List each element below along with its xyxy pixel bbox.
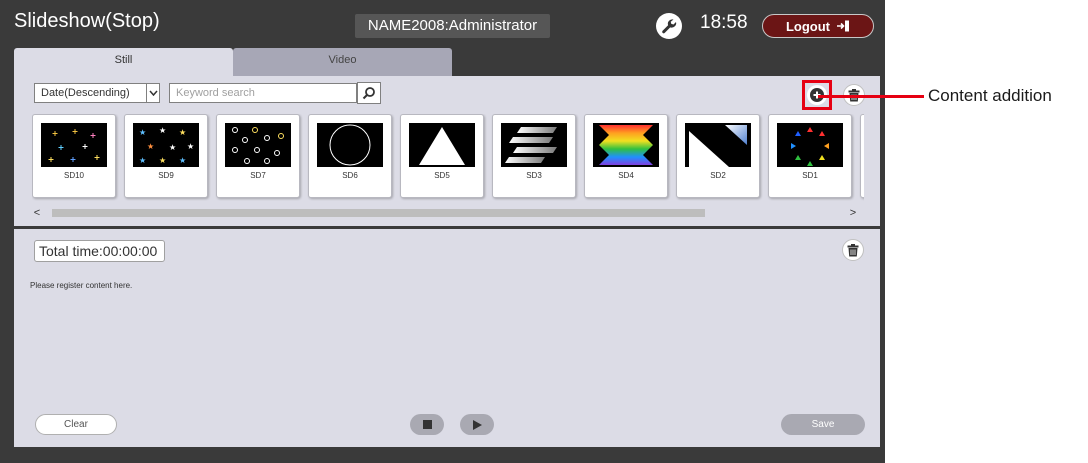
total-time: Total time:00:00:00 <box>34 240 165 262</box>
scroll-thumb[interactable] <box>52 209 705 217</box>
clock: 18:58 <box>700 12 748 33</box>
logout-button[interactable]: Logout <box>762 14 874 38</box>
stop-button[interactable] <box>410 414 444 435</box>
register-hint: Please register content here. <box>30 281 133 290</box>
thumbnail-label: SD1 <box>802 171 818 180</box>
thumbnail-item[interactable]: SD3 <box>492 114 576 198</box>
thumbnail-item[interactable]: SD6 <box>308 114 392 198</box>
search-input[interactable] <box>169 83 357 103</box>
thumbnail-image <box>317 123 383 167</box>
sort-select[interactable]: Date(Descending) <box>34 83 160 103</box>
user-name: NAME2008:Administrator <box>355 14 550 38</box>
tab-video[interactable]: Video <box>233 48 452 77</box>
sort-value: Date(Descending) <box>41 87 130 99</box>
thumbnail-strip: SD10 ★ ★ ★ ★ ★ ★ ★ ★ ★ SD9 SD7 SD6 SD5 S… <box>32 114 864 202</box>
svg-text:★: ★ <box>187 142 194 151</box>
thumbnail-label: SD5 <box>434 171 450 180</box>
tab-still[interactable]: Still <box>14 48 233 77</box>
scroll-track[interactable] <box>52 209 848 217</box>
thumbnail-label: SD2 <box>710 171 726 180</box>
callout-label: Content addition <box>928 86 1052 105</box>
trash-icon <box>847 243 859 256</box>
thumbnail-label: SD3 <box>526 171 542 180</box>
header-bar: Slideshow(Stop) NAME2008:Administrator 1… <box>0 0 885 46</box>
thumbnail-item[interactable]: SD4 <box>584 114 668 198</box>
media-tabs: Still Video <box>14 48 880 77</box>
thumbnail-image <box>685 123 751 167</box>
thumbnail-item-partial[interactable] <box>860 114 864 198</box>
logout-icon <box>837 20 850 32</box>
screen-title: Slideshow(Stop) <box>14 10 160 32</box>
svg-text:★: ★ <box>169 143 176 152</box>
clear-button[interactable]: Clear <box>35 414 117 435</box>
thumbnail-label: SD6 <box>342 171 358 180</box>
callout-line <box>818 95 924 98</box>
thumbnail-image <box>501 123 567 167</box>
thumbnail-item[interactable]: SD10 <box>32 114 116 198</box>
thumbnail-item[interactable]: ★ ★ ★ ★ ★ ★ ★ ★ ★ SD9 <box>124 114 208 198</box>
search-button[interactable] <box>357 82 381 104</box>
thumbnail-label: SD4 <box>618 171 634 180</box>
search-icon <box>362 87 375 100</box>
save-button[interactable]: Save <box>781 414 865 435</box>
thumbnail-item[interactable]: SD5 <box>400 114 484 198</box>
thumbnail-image <box>41 123 107 167</box>
scroll-right-button[interactable]: > <box>846 206 860 220</box>
stop-icon <box>422 420 432 429</box>
thumbnail-label: SD10 <box>63 171 84 180</box>
playlist-panel: Total time:00:00:00 Please register cont… <box>14 229 880 447</box>
svg-text:★: ★ <box>179 156 186 165</box>
svg-text:★: ★ <box>179 128 186 137</box>
slideshow-app: Slideshow(Stop) NAME2008:Administrator 1… <box>0 0 885 463</box>
chevron-down-icon <box>146 84 159 102</box>
svg-text:★: ★ <box>159 156 166 165</box>
thumbnail-image <box>777 123 843 167</box>
thumbnail-label: SD7 <box>250 171 266 180</box>
thumbnail-image <box>593 123 659 167</box>
thumbnail-image <box>225 123 291 167</box>
play-button[interactable] <box>460 414 494 435</box>
play-icon <box>472 419 482 430</box>
thumbnail-item[interactable]: SD7 <box>216 114 300 198</box>
svg-text:★: ★ <box>139 156 146 165</box>
thumbnail-image <box>409 123 475 167</box>
wrench-icon[interactable] <box>656 13 682 39</box>
thumbnail-label: SD9 <box>158 171 174 180</box>
svg-text:★: ★ <box>139 128 146 137</box>
delete-playlist-button[interactable] <box>842 239 864 261</box>
scroll-left-button[interactable]: < <box>30 206 44 220</box>
thumbnail-item[interactable]: SD1 <box>768 114 852 198</box>
thumbnail-image: ★ ★ ★ ★ ★ ★ ★ ★ ★ <box>133 123 199 167</box>
thumbnail-item[interactable]: SD2 <box>676 114 760 198</box>
horizontal-scrollbar[interactable]: < > <box>30 206 860 220</box>
logout-label: Logout <box>785 18 831 34</box>
svg-text:★: ★ <box>159 126 166 135</box>
svg-text:★: ★ <box>147 142 154 151</box>
content-library: Date(Descending) Keyword search SD10 ★ ★… <box>14 76 880 226</box>
